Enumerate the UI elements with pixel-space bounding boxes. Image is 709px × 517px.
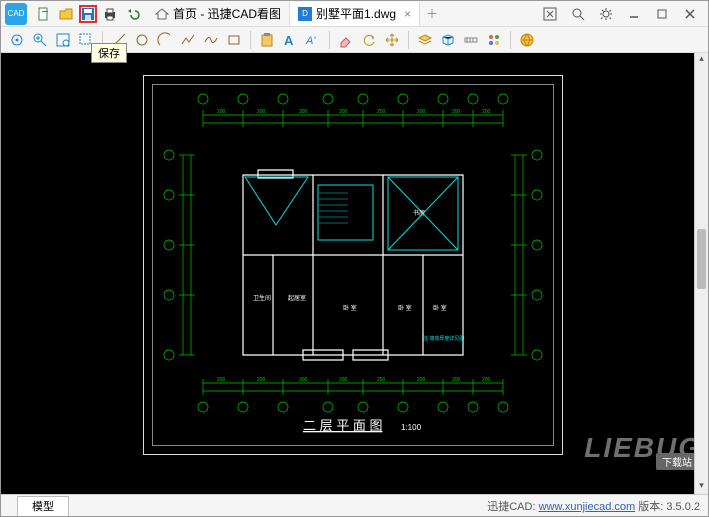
maximize-icon[interactable] <box>650 5 674 23</box>
svg-text:起居室: 起居室 <box>288 294 306 302</box>
move-icon[interactable] <box>382 30 402 50</box>
svg-text:200: 200 <box>217 377 226 383</box>
spline-icon[interactable] <box>201 30 221 50</box>
tooltip-save: 保存 <box>91 43 127 63</box>
scrollbar-thumb[interactable] <box>697 229 706 289</box>
svg-text:二 层 平 面 图: 二 层 平 面 图 <box>303 418 382 433</box>
drawing-frame: 卫生间 起居室 卧 室 卧 室 卧 室 书房 注:墙体厚度详见图 二 层 平 面… <box>143 75 563 455</box>
svg-text:200: 200 <box>452 377 461 383</box>
dwg-icon: D <box>298 7 312 21</box>
svg-text:300: 300 <box>299 109 308 115</box>
new-icon[interactable] <box>35 5 53 23</box>
minimize-icon[interactable] <box>622 5 646 23</box>
paste-icon[interactable] <box>257 30 277 50</box>
svg-text:卧 室: 卧 室 <box>343 304 357 312</box>
tab-file-label: 别墅平面1.dwg <box>316 5 396 22</box>
svg-text:书房: 书房 <box>413 209 425 217</box>
svg-text:200: 200 <box>452 109 461 115</box>
svg-text:300: 300 <box>299 377 308 383</box>
scroll-down-icon[interactable]: ▾ <box>695 480 708 494</box>
tab-home[interactable]: 首页 - 迅捷CAD看图 <box>147 2 290 26</box>
status-bar: 模型 迅捷CAD: www.xunjiecad.com 版本: 3.5.0.2 <box>1 494 708 516</box>
print-icon[interactable] <box>101 5 119 23</box>
svg-text:200: 200 <box>417 109 426 115</box>
status-version: 迅捷CAD: www.xunjiecad.com 版本: 3.5.0.2 <box>487 498 700 514</box>
drawing-canvas[interactable]: 卫生间 起居室 卧 室 卧 室 卧 室 书房 注:墙体厚度详见图 二 层 平 面… <box>1 53 708 494</box>
vertical-scrollbar[interactable]: ▴ ▾ <box>694 53 708 494</box>
svg-text:200: 200 <box>482 377 491 383</box>
fit-extent-icon[interactable] <box>538 5 562 23</box>
svg-text:A: A <box>284 33 294 48</box>
svg-text:200: 200 <box>257 109 266 115</box>
layer-icon[interactable] <box>415 30 435 50</box>
undo-icon[interactable] <box>123 5 141 23</box>
globe-icon[interactable] <box>517 30 537 50</box>
tab-add-button[interactable]: ＋ <box>420 5 444 22</box>
zoom-window-icon[interactable] <box>30 30 50 50</box>
svg-text:A': A' <box>305 35 316 47</box>
download-badge: 下载站 <box>656 453 698 470</box>
brand-link[interactable]: www.xunjiecad.com <box>539 501 636 513</box>
app-logo: CAD <box>5 3 27 25</box>
scroll-up-icon[interactable]: ▴ <box>695 53 708 67</box>
erase-icon[interactable] <box>336 30 356 50</box>
rect-icon[interactable] <box>224 30 244 50</box>
block-icon[interactable] <box>438 30 458 50</box>
svg-text:200: 200 <box>482 109 491 115</box>
floorplan: 卫生间 起居室 卧 室 卧 室 卧 室 书房 注:墙体厚度详见图 二 层 平 面… <box>153 85 553 445</box>
zoom-extents-icon[interactable] <box>53 30 73 50</box>
svg-text:200: 200 <box>339 377 348 383</box>
tab-close-icon[interactable]: × <box>404 7 411 21</box>
zoom-icon[interactable] <box>566 5 590 23</box>
gear-icon[interactable] <box>594 5 618 23</box>
close-icon[interactable] <box>678 5 702 23</box>
svg-text:注:墙体厚度详见图: 注:墙体厚度详见图 <box>423 335 464 342</box>
svg-text:250: 250 <box>377 377 386 383</box>
tab-home-label: 首页 - 迅捷CAD看图 <box>173 5 281 22</box>
text-icon[interactable]: A <box>280 30 300 50</box>
save-button[interactable] <box>79 5 97 23</box>
svg-text:卫生间: 卫生间 <box>253 294 271 302</box>
measure-icon[interactable] <box>461 30 481 50</box>
home-icon <box>155 7 169 21</box>
svg-text:200: 200 <box>417 377 426 383</box>
svg-text:250: 250 <box>377 109 386 115</box>
tools-icon[interactable] <box>484 30 504 50</box>
arc-icon[interactable] <box>155 30 175 50</box>
svg-text:200: 200 <box>217 109 226 115</box>
open-icon[interactable] <box>57 5 75 23</box>
titlebar: CAD 首页 - 迅捷CAD看图 D 别墅平面1.dwg × ＋ <box>1 1 708 27</box>
polyline-icon[interactable] <box>178 30 198 50</box>
circle-icon[interactable] <box>132 30 152 50</box>
save-icon <box>81 7 95 21</box>
svg-text:卧 室: 卧 室 <box>398 304 412 312</box>
window-controls <box>536 5 704 23</box>
tab-model[interactable]: 模型 <box>17 496 69 516</box>
tab-file[interactable]: D 别墅平面1.dwg × <box>290 2 420 26</box>
text-style-icon[interactable]: A' <box>303 30 323 50</box>
svg-text:200: 200 <box>339 109 348 115</box>
svg-text:卧 室: 卧 室 <box>433 304 447 312</box>
svg-text:1:100: 1:100 <box>401 423 422 432</box>
pan-icon[interactable] <box>7 30 27 50</box>
svg-text:200: 200 <box>257 377 266 383</box>
rotate-icon[interactable] <box>359 30 379 50</box>
